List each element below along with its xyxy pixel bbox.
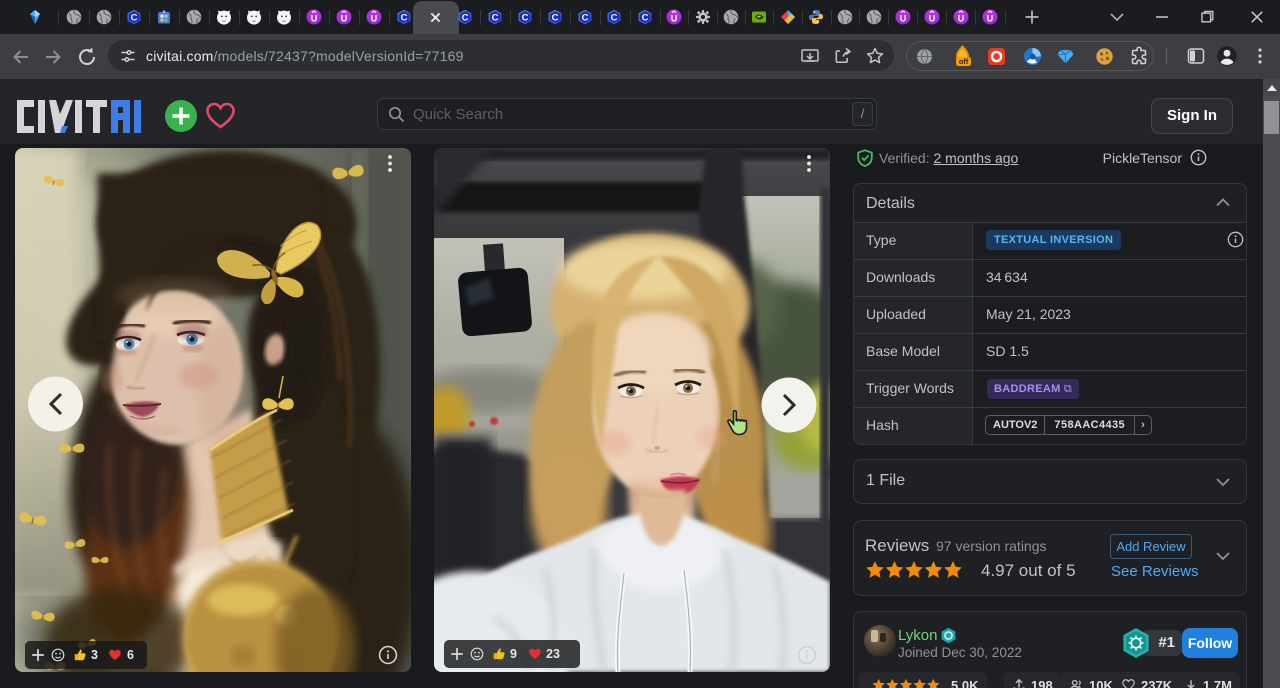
svg-text:off: off [959,57,969,66]
